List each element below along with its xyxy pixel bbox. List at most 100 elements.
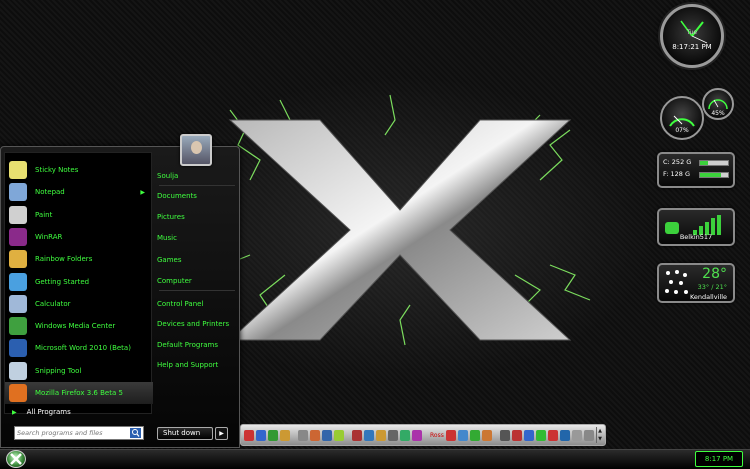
memory-meter-gadget[interactable]: 45% — [702, 88, 734, 120]
x-logo-wallpaper — [209, 94, 591, 346]
dock-app-icon[interactable] — [535, 429, 546, 441]
program-label: Notepad — [35, 188, 65, 197]
shutdown-button[interactable]: Shut down — [157, 427, 213, 440]
dock-bar: Ross ▲ ▼ — [240, 424, 606, 446]
user-picture[interactable] — [180, 134, 212, 166]
start-menu: Sticky Notes Notepad ▶ Paint WinRAR Rainbow F… — [0, 146, 240, 448]
dock-app-icon[interactable] — [445, 429, 456, 441]
search-input[interactable] — [17, 427, 129, 439]
drive-meter-gadget[interactable]: C: 252 G F: 128 G — [657, 152, 735, 188]
clock-hands-icon — [680, 20, 708, 44]
dock-app-icon[interactable] — [499, 429, 510, 441]
dock-app-icon[interactable] — [583, 429, 594, 441]
drive-c-usage-bar — [699, 160, 729, 166]
dock-app-icon[interactable] — [352, 429, 362, 441]
program-item[interactable]: Calculator — [5, 293, 153, 315]
all-programs-button[interactable]: ▶ All Programs — [4, 405, 152, 419]
place-item[interactable]: Soulja — [157, 169, 237, 183]
search-icon[interactable] — [130, 428, 141, 438]
paint-icon — [9, 205, 27, 224]
place-item[interactable]: Music — [157, 231, 237, 245]
sticky-notes-icon — [9, 161, 27, 179]
place-item[interactable]: Devices and Printers — [157, 317, 237, 331]
wifi-network-name: Belkin517 — [679, 233, 713, 241]
dock-app-icon[interactable] — [310, 429, 320, 441]
dock-app-icon[interactable] — [547, 429, 558, 441]
program-item[interactable]: Windows Media Center — [5, 315, 153, 337]
program-label: Paint — [35, 210, 53, 219]
program-item[interactable]: Sticky Notes — [5, 159, 153, 181]
dock-app-icon[interactable] — [511, 429, 522, 441]
cpu-meter-value: 07% — [675, 127, 689, 134]
clock-day: Tue — [686, 29, 698, 36]
program-item[interactable]: Mozilla Firefox 3.6 Beta 5 — [5, 382, 153, 404]
dock-app-icon[interactable] — [268, 429, 278, 441]
place-item[interactable]: Documents — [157, 189, 237, 203]
dock-app-icon[interactable] — [364, 429, 374, 441]
dock-app-icon[interactable] — [334, 429, 344, 441]
dock-scroll-arrows[interactable]: ▲ ▼ — [596, 427, 603, 443]
dock-app-icon[interactable] — [322, 429, 332, 441]
dock-app-icon[interactable] — [280, 429, 290, 441]
cpu-meter-gadget[interactable]: 07% — [660, 96, 704, 140]
getting-started-icon — [9, 272, 27, 291]
program-label: Sticky Notes — [35, 166, 79, 174]
firefox-icon — [9, 384, 27, 402]
current-temperature: 28° — [702, 266, 727, 282]
program-item[interactable]: Rainbow Folders — [5, 248, 153, 270]
dock-text-item[interactable]: Ross — [430, 432, 444, 439]
clock-gadget[interactable]: Tue 8:17:21 PM — [660, 4, 724, 68]
dock-app-icon[interactable] — [559, 429, 570, 441]
dock-app-icon[interactable] — [523, 429, 534, 441]
weather-gadget[interactable]: 28° 33° / 21° Kendallville — [657, 263, 735, 303]
start-button[interactable] — [6, 450, 26, 468]
clock-time: 8:17:21 PM — [672, 43, 712, 51]
place-item[interactable]: Games — [157, 253, 237, 267]
dock-app-icon[interactable] — [469, 429, 480, 441]
program-label: Microsoft Word 2010 (Beta) — [35, 344, 131, 353]
program-label: Windows Media Center — [35, 322, 116, 331]
submenu-arrow-icon[interactable]: ▶ — [140, 189, 145, 196]
memory-meter-value: 45% — [711, 110, 725, 117]
snipping-tool-icon — [9, 361, 27, 380]
dock-app-icon[interactable] — [400, 429, 410, 441]
program-item[interactable]: Snipping Tool — [5, 360, 153, 382]
search-box[interactable] — [14, 426, 144, 440]
program-label: Calculator — [35, 299, 71, 308]
place-item[interactable]: Control Panel — [157, 297, 237, 311]
program-label: Getting Started — [35, 277, 90, 286]
dock-app-icon[interactable] — [412, 429, 422, 441]
all-programs-label: All Programs — [26, 408, 71, 416]
dock-app-icon[interactable] — [388, 429, 398, 441]
winrar-icon — [9, 227, 27, 246]
program-item[interactable]: Getting Started — [5, 271, 153, 293]
rainbow-folders-icon — [9, 250, 27, 269]
place-item[interactable]: Help and Support — [157, 358, 237, 372]
program-list: Sticky Notes Notepad ▶ Paint WinRAR Rainbow F… — [4, 152, 153, 414]
dock-app-icon[interactable] — [376, 429, 386, 441]
dock-app-icon[interactable] — [481, 429, 492, 441]
program-item[interactable]: WinRAR — [5, 226, 153, 248]
program-item[interactable]: Microsoft Word 2010 (Beta) — [5, 337, 153, 359]
place-item[interactable]: Default Programs — [157, 338, 237, 352]
taskbar-clock[interactable]: 8:17 PM — [695, 451, 743, 467]
program-item[interactable]: Paint — [5, 204, 153, 226]
drive-c-label: C: 252 G — [663, 158, 692, 166]
taskbar — [0, 449, 750, 469]
shutdown-options-button[interactable]: ▶ — [215, 427, 228, 440]
place-item[interactable]: Computer — [157, 274, 237, 288]
dock-app-icon[interactable] — [571, 429, 582, 441]
dock-app-icon[interactable] — [298, 429, 308, 441]
program-label: WinRAR — [35, 232, 63, 241]
dock-app-icon[interactable] — [457, 429, 468, 441]
x-logo-icon — [10, 453, 22, 465]
place-item[interactable]: Pictures — [157, 210, 237, 224]
dock-app-icon[interactable] — [244, 429, 254, 441]
media-center-icon — [9, 317, 27, 336]
weather-city: Kendallville — [689, 293, 727, 301]
wifi-gadget[interactable]: Belkin517 — [657, 208, 735, 246]
program-item[interactable]: Notepad ▶ — [5, 181, 153, 203]
drive-f-usage-bar — [699, 172, 729, 178]
dock-app-icon[interactable] — [256, 429, 266, 441]
places-separator — [159, 290, 235, 291]
